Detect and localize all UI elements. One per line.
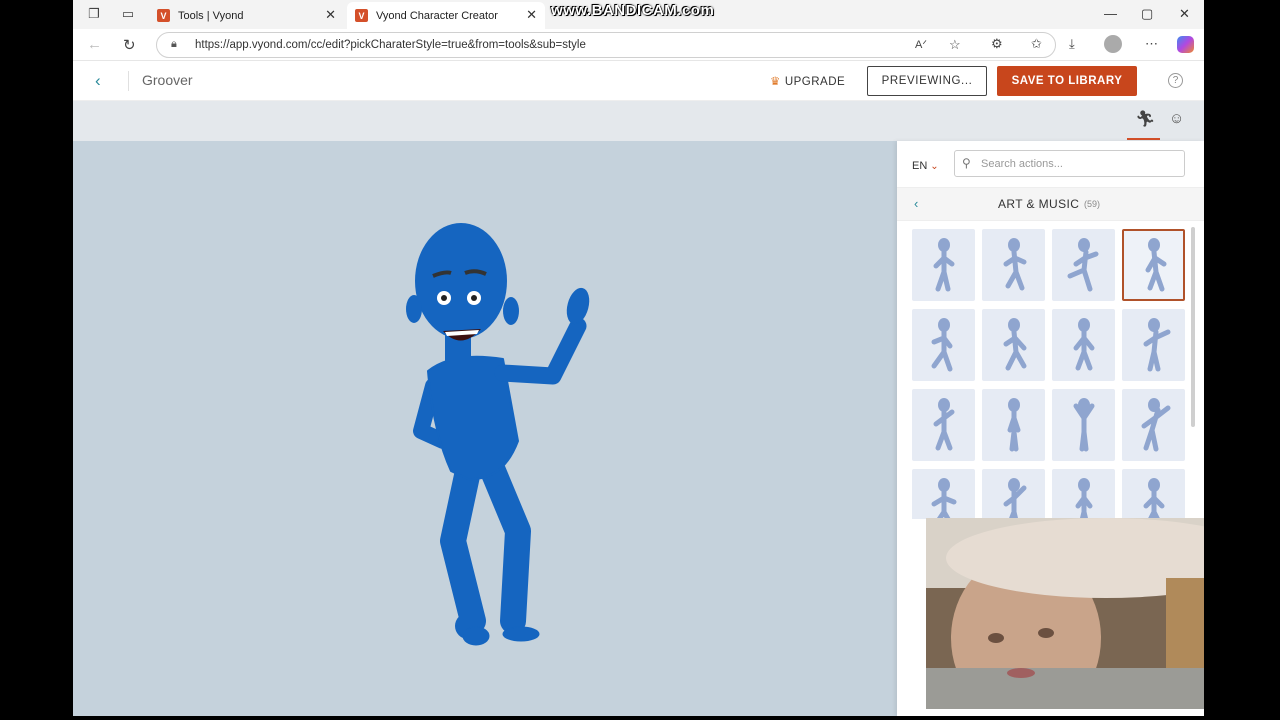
action-grid — [912, 229, 1187, 519]
action-thumbnail[interactable] — [982, 389, 1045, 461]
close-tab-icon[interactable]: ✕ — [526, 7, 537, 23]
active-tab-indicator — [1127, 138, 1160, 140]
tab-actions-icon[interactable]: ▭ — [120, 6, 136, 22]
character-name[interactable]: Groover — [142, 72, 193, 88]
action-thumbnail[interactable] — [1052, 469, 1115, 519]
lock-icon: 🔒︎ — [171, 38, 177, 50]
tab-label: Tools | Vyond — [178, 9, 244, 22]
tab-character-creator[interactable]: V Vyond Character Creator ✕ — [347, 2, 545, 29]
language-value: EN — [912, 160, 928, 172]
search-icon: ⚲ — [962, 156, 971, 170]
crown-icon: ♛ — [770, 76, 781, 88]
downloads-icon[interactable]: ⤓ — [1069, 36, 1075, 52]
action-thumbnail[interactable] — [912, 389, 975, 461]
action-thumbnail[interactable] — [1052, 389, 1115, 461]
category-back-icon[interactable]: ‹ — [914, 196, 918, 211]
back-arrow-icon[interactable]: ← — [87, 36, 102, 53]
minimize-icon[interactable]: — — [1104, 6, 1117, 21]
pose-figure-icon — [1145, 238, 1166, 292]
chevron-down-icon: ⌄ — [930, 161, 939, 172]
favorites-icon[interactable]: ✩ — [1031, 36, 1042, 52]
action-thumbnail[interactable] — [1122, 229, 1185, 301]
address-bar[interactable]: 🔒︎ https://app.vyond.com/cc/edit?pickCha… — [156, 32, 1056, 58]
vyond-favicon-icon: V — [355, 9, 368, 22]
category-name: ART & MUSIC — [998, 197, 1080, 211]
refresh-icon[interactable]: ↻ — [123, 36, 136, 54]
search-input[interactable] — [981, 155, 1176, 172]
pose-figure-icon — [1141, 398, 1170, 452]
help-icon[interactable]: ? — [1168, 73, 1183, 88]
address-bar-row: ← ↻ 🔒︎ https://app.vyond.com/cc/edit?pic… — [73, 29, 1204, 61]
save-to-library-button[interactable]: SAVE TO LIBRARY — [997, 66, 1137, 96]
action-thumbnail[interactable] — [1122, 389, 1185, 461]
action-thumbnail[interactable] — [982, 309, 1045, 381]
action-thumbnail[interactable] — [982, 229, 1045, 301]
action-thumbnail[interactable] — [912, 309, 975, 381]
character-canvas — [73, 141, 897, 716]
tab-tools-vyond[interactable]: V Tools | Vyond ✕ — [149, 2, 344, 29]
webcam-overlay — [926, 518, 1204, 709]
vyond-favicon-icon: V — [157, 9, 170, 22]
action-thumbnail[interactable] — [912, 229, 975, 301]
read-aloud-icon[interactable]: Aᐟ — [915, 38, 927, 51]
pose-figure-icon — [1075, 478, 1092, 519]
pose-figure-icon — [1073, 318, 1094, 371]
pose-figure-icon — [1073, 398, 1094, 452]
running-figure-icon[interactable]: 🏃︎ — [1135, 109, 1155, 129]
category-header: ‹ ART & MUSIC (59) — [897, 187, 1204, 221]
upgrade-label: UPGRADE — [784, 76, 846, 88]
header-divider — [128, 71, 129, 91]
action-thumbnail[interactable] — [1122, 469, 1185, 519]
more-menu-icon[interactable]: ⋯ — [1145, 36, 1158, 52]
pose-figure-icon — [931, 318, 952, 372]
pose-figure-icon — [1003, 318, 1026, 371]
close-tab-icon[interactable]: ✕ — [325, 7, 336, 23]
tab-label: Vyond Character Creator — [376, 9, 498, 22]
previewing-button[interactable]: PREVIEWING... — [867, 66, 987, 96]
favorite-star-icon[interactable]: ☆ — [949, 37, 961, 53]
url-text[interactable]: https://app.vyond.com/cc/edit?pickCharat… — [195, 39, 586, 51]
panel-scrollbar[interactable] — [1191, 227, 1195, 427]
back-chevron-icon[interactable]: ‹ — [95, 71, 101, 91]
pose-figure-icon — [1143, 478, 1164, 519]
recording-watermark: www.BANDICAM.com — [551, 2, 715, 19]
extensions-icon[interactable]: ⚙ — [991, 36, 1003, 52]
character-figure[interactable] — [73, 141, 897, 716]
pose-figure-icon — [1067, 238, 1098, 292]
copilot-icon[interactable] — [1177, 36, 1194, 53]
search-box: ⚲ — [954, 150, 1185, 177]
workspaces-icon[interactable]: ❐ — [86, 6, 102, 22]
category-count: (59) — [1084, 199, 1101, 209]
pose-figure-icon — [1003, 478, 1026, 519]
pose-figure-icon — [933, 398, 954, 451]
action-thumbnail[interactable] — [1122, 309, 1185, 381]
profile-avatar-icon[interactable] — [1104, 35, 1122, 53]
action-thumbnail[interactable] — [1052, 309, 1115, 381]
browser-window: ❐ ▭ V Tools | Vyond ✕ V Vyond Character … — [73, 0, 1204, 716]
close-window-icon[interactable]: ✕ — [1179, 6, 1190, 22]
upgrade-link[interactable]: ♛ UPGRADE — [770, 74, 845, 88]
app-header: ‹ Groover ♛ UPGRADE PREVIEWING... SAVE TO… — [73, 61, 1204, 101]
language-select[interactable]: EN ⌄ — [912, 160, 939, 172]
action-thumbnail[interactable] — [1052, 229, 1115, 301]
pose-figure-icon — [931, 478, 956, 519]
action-thumbnail[interactable] — [982, 469, 1045, 519]
pose-figure-icon — [933, 238, 954, 292]
action-thumbnail[interactable] — [912, 469, 975, 519]
editor-toolbar: 🏃︎ ☺ — [73, 101, 1204, 141]
pose-figure-icon — [1007, 398, 1020, 452]
pose-figure-icon — [1143, 318, 1170, 372]
face-mask-icon[interactable]: ☺ — [1169, 110, 1184, 127]
restore-icon[interactable]: ▢ — [1141, 6, 1153, 22]
pose-figure-icon — [1003, 238, 1026, 291]
